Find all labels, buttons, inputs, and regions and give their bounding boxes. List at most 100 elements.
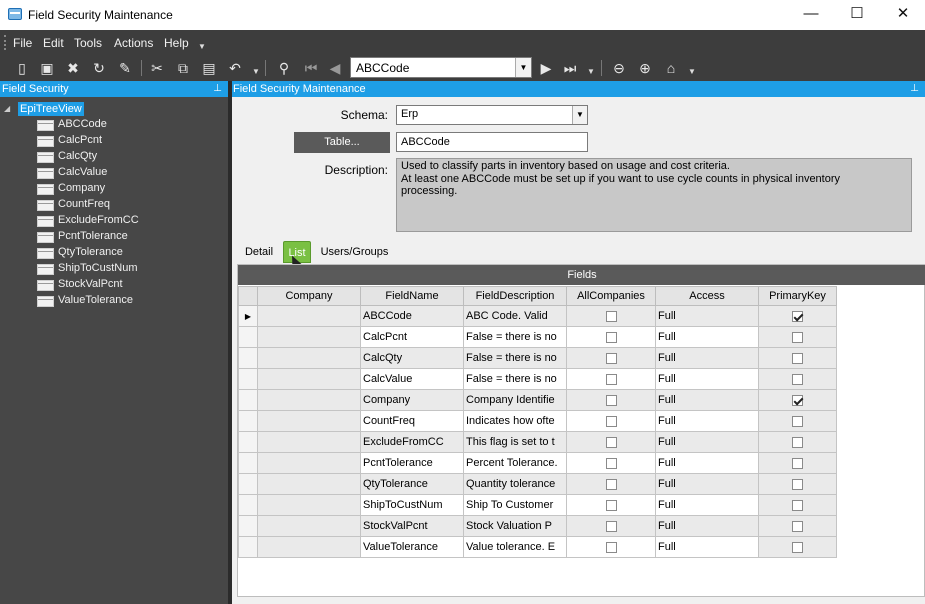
access-cell[interactable]: Full (655, 368, 759, 390)
checkbox-unchecked[interactable] (605, 520, 617, 532)
checkbox-unchecked[interactable] (605, 415, 617, 427)
allcompanies-cell[interactable] (566, 389, 656, 411)
checkbox-unchecked[interactable] (792, 541, 803, 553)
allcompanies-cell[interactable] (566, 368, 656, 390)
row-header[interactable] (238, 473, 258, 495)
allcompanies-cell[interactable] (566, 515, 656, 537)
table-row[interactable]: ValueTolerance Value tolerance. E Full (238, 536, 837, 558)
allcompanies-cell[interactable] (566, 326, 656, 348)
column-header-allcompanies[interactable]: AllCompanies (566, 286, 656, 306)
row-header[interactable] (238, 494, 258, 516)
checkbox-unchecked[interactable] (605, 373, 617, 385)
fielddescription-cell[interactable]: Stock Valuation P (463, 515, 567, 537)
table-field[interactable]: ABCCode (396, 132, 588, 152)
last-record-icon[interactable]: ⏭ (561, 59, 579, 77)
chevron-down-icon[interactable]: ▼ (572, 106, 587, 124)
access-cell[interactable]: Full (655, 452, 759, 474)
allcompanies-cell[interactable] (566, 305, 656, 327)
row-header[interactable] (238, 452, 258, 474)
first-record-icon[interactable]: ⏮ (302, 59, 320, 77)
menu-tools[interactable]: Tools (74, 36, 102, 50)
column-header-fielddescription[interactable]: FieldDescription (463, 286, 567, 306)
row-header[interactable] (238, 326, 258, 348)
checkbox-checked[interactable] (792, 310, 803, 322)
checkbox-unchecked[interactable] (792, 457, 803, 469)
forward-icon[interactable]: ⊕ (636, 59, 654, 77)
checkbox-unchecked[interactable] (605, 478, 617, 490)
allcompanies-cell[interactable] (566, 473, 656, 495)
company-cell[interactable] (257, 389, 361, 411)
company-cell[interactable] (257, 410, 361, 432)
pin-icon[interactable]: ⊥ (213, 81, 222, 97)
minimize-button[interactable]: — (788, 0, 834, 30)
collapse-icon[interactable]: ◢ (4, 104, 10, 113)
fielddescription-cell[interactable]: False = there is no (463, 347, 567, 369)
primarykey-cell[interactable] (758, 452, 837, 474)
checkbox-unchecked[interactable] (605, 457, 617, 469)
table-row[interactable]: Company Company Identifie Full (238, 389, 837, 411)
table-row[interactable]: ExcludeFromCC This flag is set to t Full (238, 431, 837, 453)
company-cell[interactable] (257, 473, 361, 495)
primarykey-cell[interactable] (758, 515, 837, 537)
schema-combo[interactable]: Erp ▼ (396, 105, 588, 125)
binoculars-icon[interactable]: ⚲ (275, 59, 293, 77)
delete-icon[interactable]: ✖ (64, 59, 82, 77)
primarykey-cell[interactable] (758, 410, 837, 432)
table-row[interactable]: ShipToCustNum Ship To Customer Full (238, 494, 837, 516)
menu-actions[interactable]: Actions (114, 36, 153, 50)
chevron-down-icon[interactable]: ▼ (587, 67, 595, 76)
menu-help[interactable]: Help (164, 36, 189, 50)
access-cell[interactable]: Full (655, 326, 759, 348)
tab-detail[interactable]: Detail (237, 241, 281, 263)
fieldname-cell[interactable]: CountFreq (360, 410, 464, 432)
checkbox-checked[interactable] (792, 394, 803, 406)
allcompanies-cell[interactable] (566, 347, 656, 369)
fieldname-cell[interactable]: ABCCode (360, 305, 464, 327)
checkbox-unchecked[interactable] (605, 499, 617, 511)
fieldname-cell[interactable]: CalcValue (360, 368, 464, 390)
new-icon[interactable]: ▯ (13, 59, 31, 77)
paste-icon[interactable]: ▤ (200, 59, 218, 77)
close-button[interactable]: ✕ (880, 0, 925, 30)
cut-icon[interactable]: ✂ (148, 59, 166, 77)
primarykey-cell[interactable] (758, 473, 837, 495)
checkbox-unchecked[interactable] (605, 436, 617, 448)
table-row[interactable]: QtyTolerance Quantity tolerance Full (238, 473, 837, 495)
chevron-down-icon[interactable]: ▼ (515, 58, 531, 77)
company-cell[interactable] (257, 305, 361, 327)
column-header-fieldname[interactable]: FieldName (360, 286, 464, 306)
fieldname-cell[interactable]: Company (360, 389, 464, 411)
home-icon[interactable]: ⌂ (662, 59, 680, 77)
allcompanies-cell[interactable] (566, 536, 656, 558)
fieldname-cell[interactable]: ValueTolerance (360, 536, 464, 558)
checkbox-unchecked[interactable] (792, 352, 803, 364)
back-icon[interactable]: ⊖ (610, 59, 628, 77)
fieldname-cell[interactable]: ExcludeFromCC (360, 431, 464, 453)
primarykey-cell[interactable] (758, 389, 837, 411)
description-field[interactable]: Used to classify parts in inventory base… (396, 158, 912, 232)
fieldname-cell[interactable]: CalcPcnt (360, 326, 464, 348)
primarykey-cell[interactable] (758, 326, 837, 348)
checkbox-unchecked[interactable] (605, 541, 617, 553)
checkbox-unchecked[interactable] (792, 499, 803, 511)
copy-icon[interactable]: ⧉ (174, 59, 192, 77)
primarykey-cell[interactable] (758, 368, 837, 390)
table-row[interactable]: ▶ ABCCode ABC Code. Valid Full (238, 305, 837, 327)
clear-icon[interactable]: ✎ (116, 59, 134, 77)
previous-record-icon[interactable]: ◀ (326, 59, 344, 77)
row-header[interactable] (238, 410, 258, 432)
checkbox-unchecked[interactable] (605, 394, 617, 406)
access-cell[interactable]: Full (655, 494, 759, 516)
checkbox-unchecked[interactable] (792, 436, 803, 448)
primarykey-cell[interactable] (758, 347, 837, 369)
tab-users-groups[interactable]: Users/Groups (317, 241, 392, 263)
allcompanies-cell[interactable] (566, 452, 656, 474)
column-header-company[interactable]: Company (257, 286, 361, 306)
chevron-down-icon[interactable]: ▼ (252, 67, 260, 76)
fieldname-cell[interactable]: StockValPcnt (360, 515, 464, 537)
row-header[interactable] (238, 368, 258, 390)
table-row[interactable]: CalcValue False = there is no Full (238, 368, 837, 390)
table-row[interactable]: CalcPcnt False = there is no Full (238, 326, 837, 348)
refresh-icon[interactable]: ↻ (90, 59, 108, 77)
company-cell[interactable] (257, 347, 361, 369)
